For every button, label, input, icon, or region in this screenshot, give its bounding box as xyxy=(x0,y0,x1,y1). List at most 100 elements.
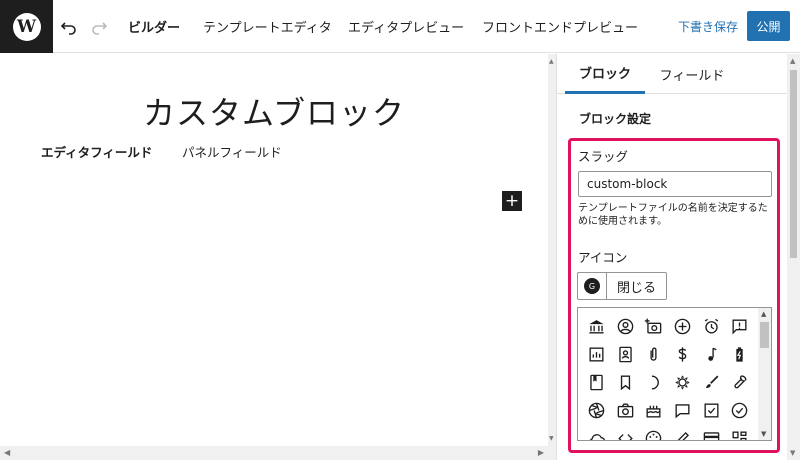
icon-label: アイコン xyxy=(578,250,628,265)
wordpress-icon: W xyxy=(12,12,41,41)
icon-option[interactable] xyxy=(668,424,697,440)
icon-picker-scrollbar[interactable]: ▲ ▼ xyxy=(758,308,771,440)
feedback-icon xyxy=(732,318,747,334)
checkbox-icon xyxy=(704,402,719,418)
contact-card-icon xyxy=(618,346,632,362)
icon-option[interactable] xyxy=(639,340,668,368)
icon-option[interactable] xyxy=(668,312,697,340)
icon-option[interactable] xyxy=(697,396,726,424)
scroll-up-icon[interactable]: ▲ xyxy=(761,310,766,318)
icon-option[interactable] xyxy=(697,312,726,340)
alarm-icon xyxy=(704,318,718,334)
icon-option[interactable] xyxy=(611,396,640,424)
cloud-icon xyxy=(589,433,605,440)
close-button[interactable]: 閉じる xyxy=(606,272,667,300)
paperclip-icon xyxy=(650,347,657,361)
icon-option[interactable] xyxy=(697,368,726,396)
code-icon xyxy=(617,433,633,440)
icon-option[interactable] xyxy=(582,424,611,440)
nav-editor-preview[interactable]: エディタプレビュー xyxy=(348,17,464,36)
scroll-left-icon[interactable]: ◀ xyxy=(4,448,10,457)
battery-charging-icon xyxy=(736,346,743,362)
plus-circle-icon xyxy=(674,318,691,334)
save-draft-button[interactable]: 下書き保存 xyxy=(678,18,738,35)
icon-option[interactable] xyxy=(697,340,726,368)
bookmark-icon xyxy=(620,374,630,390)
icon-option[interactable] xyxy=(697,424,726,440)
icon-option[interactable] xyxy=(668,340,697,368)
add-block-button[interactable]: + xyxy=(502,191,522,211)
slug-input[interactable]: custom-block xyxy=(578,171,772,197)
icon-picker: ▲ ▼ xyxy=(577,307,772,441)
pencil-icon xyxy=(677,431,689,440)
icon-option[interactable] xyxy=(639,368,668,396)
scroll-down-icon[interactable]: ▼ xyxy=(761,430,766,438)
chat-bubble-icon xyxy=(675,403,690,418)
scrollbar-thumb[interactable] xyxy=(790,70,797,258)
icon-option[interactable] xyxy=(725,424,754,440)
icon-option[interactable] xyxy=(611,340,640,368)
camera-icon xyxy=(617,402,633,418)
scrollbar-thumb[interactable] xyxy=(760,322,769,348)
bank-icon xyxy=(589,319,604,334)
camera-aperture-icon xyxy=(588,402,605,418)
block-title: カスタムブロック xyxy=(142,94,406,132)
icon-option[interactable] xyxy=(582,396,611,424)
slug-label: スラッグ xyxy=(578,149,629,164)
scroll-up-icon[interactable]: ▲ xyxy=(549,58,554,65)
scroll-up-icon[interactable]: ▲ xyxy=(790,57,795,65)
sun-icon xyxy=(675,374,690,390)
moon-icon xyxy=(652,374,660,390)
icon-grid xyxy=(582,312,754,440)
icon-option[interactable] xyxy=(582,312,611,340)
editor-header: W ビルダー テンプレートエディタ エディタプレビュー フロントエンドプレビュー… xyxy=(0,0,800,53)
camera-add-icon xyxy=(645,318,662,334)
brush-icon xyxy=(705,375,719,388)
nav-template-editor[interactable]: テンプレートエディタ xyxy=(203,17,332,36)
selected-icon: G xyxy=(584,278,600,294)
icon-option[interactable] xyxy=(725,312,754,340)
icon-option[interactable] xyxy=(639,312,668,340)
wrench-icon xyxy=(734,374,747,388)
undo-icon[interactable] xyxy=(57,14,81,38)
sidebar-tabs: ブロック フィールド xyxy=(557,54,800,94)
icon-option[interactable] xyxy=(611,424,640,440)
icon-option[interactable] xyxy=(639,396,668,424)
tab-editor-fields[interactable]: エディタフィールド xyxy=(41,142,152,161)
dollar-icon xyxy=(678,346,687,362)
check-circle-icon xyxy=(731,402,748,418)
icon-option[interactable] xyxy=(582,340,611,368)
wordpress-logo[interactable]: W xyxy=(0,0,53,53)
credit-card-icon xyxy=(703,431,719,440)
icon-preview: G xyxy=(577,272,606,300)
icon-option[interactable] xyxy=(582,368,611,396)
redo-icon[interactable] xyxy=(87,14,111,38)
tab-field[interactable]: フィールド xyxy=(657,54,727,94)
nav-builder[interactable]: ビルダー xyxy=(128,17,180,36)
cake-icon xyxy=(646,405,661,418)
icon-option[interactable] xyxy=(725,340,754,368)
icon-option[interactable] xyxy=(611,312,640,340)
chart-icon xyxy=(589,346,604,362)
music-note-icon xyxy=(707,347,717,361)
palette-icon xyxy=(645,430,662,440)
scroll-down-icon[interactable]: ▼ xyxy=(549,435,554,442)
icon-option[interactable] xyxy=(668,396,697,424)
book-icon xyxy=(590,374,603,390)
icon-option[interactable] xyxy=(611,368,640,396)
slug-help-text: テンプレートファイルの名前を決定するために使用されます。 xyxy=(578,203,768,227)
publish-button[interactable]: 公開 xyxy=(747,11,790,41)
canvas-horizontal-scrollbar[interactable]: ◀ ▶ xyxy=(0,446,556,460)
dashboard-icon xyxy=(732,430,747,440)
scroll-down-icon[interactable]: ▼ xyxy=(790,449,795,457)
scroll-right-icon[interactable]: ▶ xyxy=(538,448,544,457)
icon-option[interactable] xyxy=(639,424,668,440)
canvas-vertical-scrollbar[interactable]: ▲ ▼ xyxy=(548,54,556,446)
tab-block[interactable]: ブロック xyxy=(565,54,645,94)
sidebar-scrollbar[interactable]: ▲ ▼ xyxy=(787,54,800,460)
icon-option[interactable] xyxy=(725,368,754,396)
icon-option[interactable] xyxy=(725,396,754,424)
nav-frontend-preview[interactable]: フロントエンドプレビュー xyxy=(482,17,638,36)
tab-panel-fields[interactable]: パネルフィールド xyxy=(182,142,282,161)
icon-option[interactable] xyxy=(668,368,697,396)
